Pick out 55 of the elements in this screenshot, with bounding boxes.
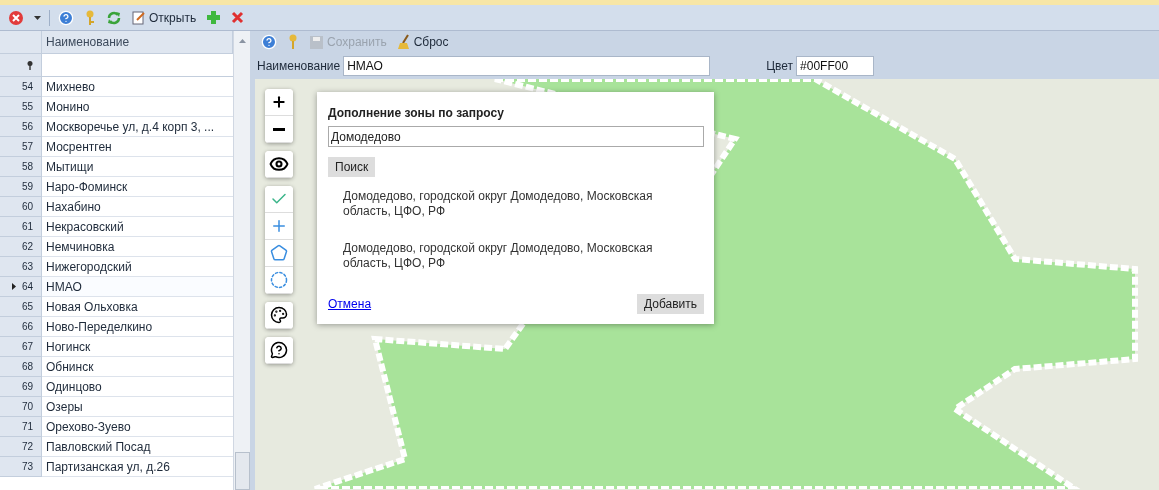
row-number: 65 <box>0 297 42 317</box>
row-number: 55 <box>0 97 42 117</box>
row-number: 69 <box>0 377 42 397</box>
palette-icon <box>270 306 288 324</box>
name-field[interactable]: НМАО <box>343 56 711 76</box>
search-button[interactable]: Поиск <box>328 157 376 177</box>
row-number: 62 <box>0 237 42 257</box>
eye-icon <box>269 154 289 174</box>
cancel-link[interactable]: Отмена <box>328 297 372 311</box>
open-button[interactable]: Открыть <box>130 7 199 28</box>
filter-icon <box>27 60 33 70</box>
search-field[interactable]: Домодедово <box>328 126 704 147</box>
help-icon[interactable] <box>259 32 279 52</box>
table-cell[interactable]: Партизанская ул, д.26 <box>42 457 233 477</box>
help-icon <box>270 341 288 359</box>
search-result[interactable]: Домодедово, городской округ Домодедово, Московская область, ЦФО, РФ <box>343 241 688 271</box>
row-number: 73 <box>0 457 42 477</box>
color-field[interactable]: #00FF00 <box>796 56 875 76</box>
reset-button[interactable]: Сброс <box>394 32 451 52</box>
row-number: 68 <box>0 357 42 377</box>
scroll-up-icon[interactable] <box>238 39 246 43</box>
field-label: Цвет <box>766 59 794 73</box>
dashed-circle-icon <box>270 271 288 289</box>
zoom-out-button[interactable] <box>265 116 293 143</box>
scrollbar[interactable] <box>233 31 250 490</box>
row-number: 59 <box>0 177 42 197</box>
map-tool-button[interactable] <box>265 302 293 329</box>
scrollbar-thumb[interactable] <box>234 452 250 490</box>
plus-icon <box>270 217 288 235</box>
document-pencil-icon <box>132 10 146 25</box>
row-number: 60 <box>0 197 42 217</box>
polygon-icon <box>270 244 288 262</box>
row-number: 61 <box>0 217 42 237</box>
row-number: 56 <box>0 117 42 137</box>
row-number: 57 <box>0 137 42 157</box>
column-header[interactable]: Наименование <box>42 31 233 54</box>
field-label: Наименование <box>257 59 341 73</box>
row-number: 67 <box>0 337 42 357</box>
broom-icon <box>396 34 411 50</box>
zoom-in-button[interactable] <box>265 89 293 116</box>
plus-icon <box>271 94 287 110</box>
row-number: 58 <box>0 157 42 177</box>
row-number: 63 <box>0 257 42 277</box>
row-number: 70 <box>0 397 42 417</box>
map-tool-button[interactable] <box>265 151 293 178</box>
map-tool-button[interactable] <box>265 337 293 364</box>
minus-icon <box>273 127 285 131</box>
dialog-title: Дополнение зоны по запросу <box>328 106 505 120</box>
row-number: 66 <box>0 317 42 337</box>
search-result[interactable]: Домодедово, городской округ Домодедово, Московская область, ЦФО, РФ <box>343 189 688 219</box>
add-button[interactable]: Добавить <box>636 294 704 314</box>
row-number: 54 <box>0 77 42 97</box>
row-number: 64 <box>0 277 42 297</box>
row-number: 71 <box>0 417 42 437</box>
row-number: 72 <box>0 437 42 457</box>
